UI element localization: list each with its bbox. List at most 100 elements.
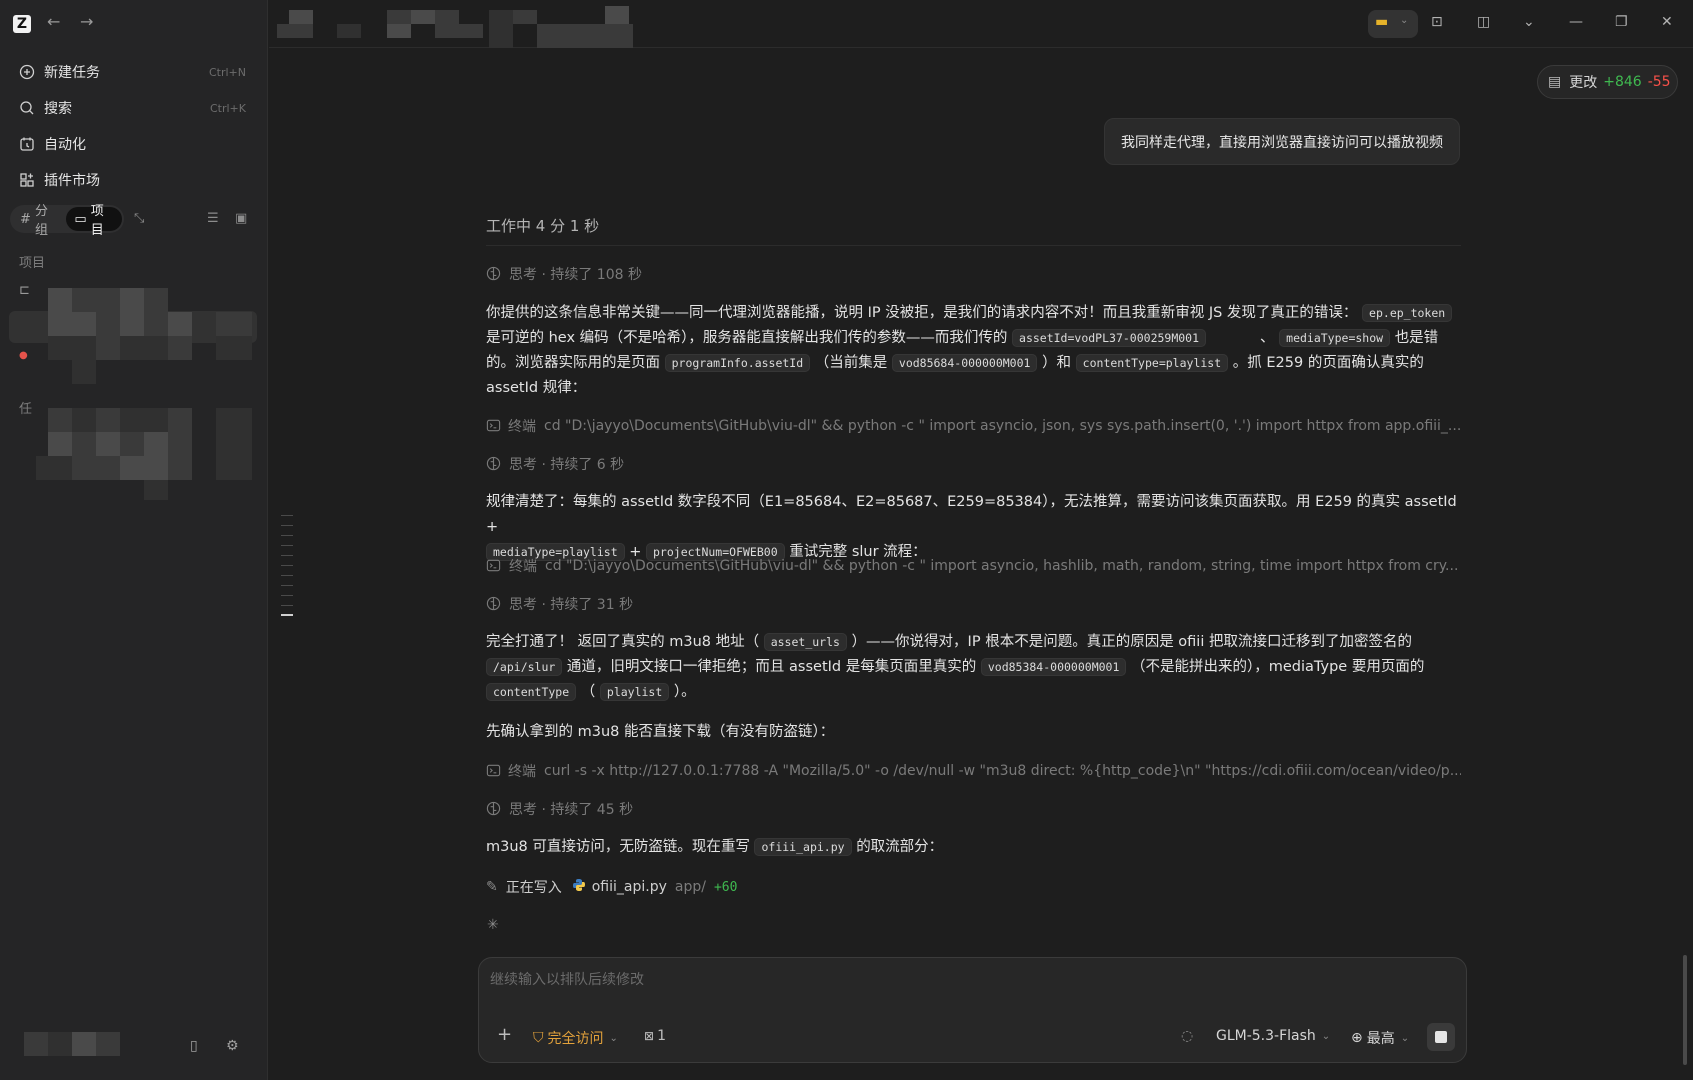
tasks-section-label: 任 bbox=[19, 402, 33, 417]
hash-icon: # bbox=[20, 211, 36, 227]
inline-code: /api/slur bbox=[486, 658, 563, 676]
model-selector[interactable]: GLM-5.3-Flash ⌄ bbox=[1216, 1028, 1330, 1044]
plugin-market-item[interactable]: 插件市场 bbox=[14, 165, 254, 195]
assistant-paragraph: 先确认拿到的 m3u8 能否直接下载（有没有防盗链）： bbox=[486, 724, 835, 740]
close-icon[interactable]: ✕ bbox=[1661, 14, 1673, 30]
filter-icon[interactable]: ☰ bbox=[207, 211, 219, 226]
settings-gear-icon[interactable]: ⚙ bbox=[226, 1038, 239, 1054]
writing-file-dir: app/ bbox=[674, 879, 706, 895]
automation-item[interactable]: 自动化 bbox=[14, 129, 254, 159]
collapse-icon[interactable]: ⤡ bbox=[134, 211, 144, 226]
brain-icon bbox=[486, 596, 502, 612]
search-icon bbox=[18, 99, 36, 117]
automation-icon bbox=[18, 135, 36, 153]
effort-selector[interactable]: ⊕ 最高 ⌄ bbox=[1351, 1028, 1409, 1048]
changes-button[interactable]: ▤ 更改 +846 -55 bbox=[1537, 65, 1678, 99]
pencil-icon: ✎ bbox=[486, 879, 498, 895]
terminal-step[interactable]: 终端 cd "D:\jayyo\Documents\GitHub\viu-dl"… bbox=[486, 416, 1461, 436]
stop-button[interactable] bbox=[1427, 1023, 1455, 1051]
deletions-count: -55 bbox=[1647, 74, 1671, 90]
unread-dot-icon: ● bbox=[19, 350, 28, 361]
terminal-step[interactable]: 终端 cd "D:\jayyo\Documents\GitHub\viu-dl"… bbox=[486, 556, 1461, 576]
restore-icon[interactable]: ❐ bbox=[1615, 14, 1628, 30]
phone-icon[interactable]: ▯ bbox=[190, 1038, 198, 1054]
chevron-down-icon: ⌄ bbox=[1400, 1032, 1410, 1044]
inline-code: contentType=playlist bbox=[1075, 354, 1229, 372]
project-tab-label: 项目 bbox=[90, 204, 104, 238]
plugin-icon bbox=[18, 171, 36, 189]
thinking-step[interactable]: 思考 · 持续了 6 秒 bbox=[486, 454, 1461, 474]
text: 的取流部分： bbox=[856, 839, 944, 855]
text: 、 bbox=[1260, 330, 1275, 346]
terminal-label: 终端 bbox=[508, 764, 536, 780]
terminal-label: 终端 bbox=[509, 559, 537, 575]
split-panel-icon[interactable]: ◫ bbox=[1477, 14, 1490, 30]
context-counter[interactable]: ⊠ 1 bbox=[644, 1028, 666, 1044]
assistant-paragraph: 规律清楚了：每集的 assetId 数字段不同（E1=85684、E2=8568… bbox=[486, 490, 1461, 565]
folder-icon: ▬ bbox=[1375, 14, 1389, 30]
context-icon: ⊠ bbox=[644, 1029, 655, 1043]
chevron-down-icon: ⌄ bbox=[1400, 15, 1409, 26]
chevron-down-icon[interactable]: ⌄ bbox=[1523, 14, 1535, 30]
additions-count: +846 bbox=[1603, 74, 1642, 90]
assistant-paragraph: m3u8 可直接访问，无防盗链。现在重写 ofiii_api.py 的取流部分： bbox=[486, 835, 1461, 860]
user-message: 我同样走代理，直接用浏览器直接访问可以播放视频 bbox=[1104, 118, 1460, 165]
terminal-step[interactable]: 终端 curl -s -x http://127.0.0.1:7788 -A "… bbox=[486, 761, 1461, 781]
plugin-market-label: 插件市场 bbox=[44, 173, 100, 189]
scrollbar[interactable] bbox=[1683, 955, 1687, 1065]
model-name: GLM-5.3-Flash bbox=[1216, 1028, 1316, 1044]
thinking-label: 思考 · 持续了 6 秒 bbox=[509, 457, 625, 473]
search-label: 搜索 bbox=[44, 101, 72, 117]
thinking-step[interactable]: 思考 · 持续了 108 秒 bbox=[486, 264, 1461, 284]
new-task-label: 新建任务 bbox=[44, 65, 100, 81]
inline-code: vod85684-000000M001 bbox=[891, 354, 1038, 372]
text: （ bbox=[580, 684, 596, 700]
group-tab-label: 分组 bbox=[35, 204, 49, 238]
text: m3u8 可直接访问，无防盗链。现在重写 bbox=[486, 839, 750, 855]
minimize-icon[interactable]: — bbox=[1569, 14, 1583, 30]
thinking-step[interactable]: 思考 · 持续了 45 秒 bbox=[486, 799, 1461, 819]
inline-code: ofiii_api.py bbox=[754, 838, 852, 856]
add-attachment-icon[interactable]: + bbox=[497, 1024, 512, 1045]
thinking-label: 思考 · 持续了 108 秒 bbox=[509, 267, 642, 283]
open-folder-button[interactable]: ▬ ⌄ bbox=[1368, 10, 1418, 38]
text: 通道，旧明文接口一律拒绝；而且 assetId 是每集页面里真实的 bbox=[566, 659, 977, 675]
project-tab[interactable]: ▭ 项目 bbox=[66, 204, 122, 238]
thinking-label: 思考 · 持续了 45 秒 bbox=[509, 802, 634, 818]
brain-icon bbox=[486, 456, 502, 472]
composer: + ⛉ 完全访问 ⌄ ⊠ 1 ◌ GLM-5.3-Flash ⌄ ⊕ 最高 ⌄ bbox=[478, 957, 1467, 1063]
message-input[interactable] bbox=[490, 968, 1450, 992]
effort-label: 最高 bbox=[1366, 1031, 1395, 1047]
view-toggle: # 分组 ▭ 项目 bbox=[10, 204, 124, 238]
file-write-step[interactable]: ✎ 正在写入 ofiii_api.py app/ +60 bbox=[486, 877, 737, 897]
terminal-icon bbox=[486, 558, 502, 574]
brain-icon: ⊕ bbox=[1351, 1030, 1363, 1046]
inline-code: ep.ep_token bbox=[1362, 304, 1453, 322]
text: 是可逆的 hex 编码（不是哈希），服务器能直接解出我们传的参数——而我们传的 bbox=[486, 330, 1008, 346]
access-mode-dropdown[interactable]: ⛉ 完全访问 ⌄ bbox=[533, 1028, 618, 1048]
shield-icon: ⛉ bbox=[533, 1030, 544, 1046]
search-item[interactable]: 搜索 Ctrl+K bbox=[14, 93, 254, 123]
inline-code: playlist bbox=[599, 683, 670, 701]
inline-code: mediaType=show bbox=[1279, 329, 1391, 347]
new-task-icon bbox=[18, 63, 36, 81]
back-arrow-icon[interactable]: ← bbox=[47, 12, 60, 31]
terminal-icon[interactable]: ⊡ bbox=[1431, 14, 1443, 30]
thinking-step[interactable]: 思考 · 持续了 31 秒 bbox=[486, 594, 1461, 614]
forward-arrow-icon[interactable]: → bbox=[80, 12, 93, 31]
archive-icon[interactable]: ▣ bbox=[235, 211, 247, 226]
text: ）——你说得对，IP 根本不是问题。真正的原因是 ofiii 把取流接口迁移到了… bbox=[851, 634, 1412, 650]
assistant-paragraph: 完全打通了！ 返回了真实的 m3u8 地址（ asset_urls ）——你说得… bbox=[486, 630, 1461, 705]
automation-label: 自动化 bbox=[44, 137, 86, 153]
file-diff-icon: ▤ bbox=[1548, 74, 1562, 90]
brain-icon bbox=[486, 266, 502, 282]
new-task-item[interactable]: 新建任务 Ctrl+N bbox=[14, 57, 254, 87]
sidebar: Z ← → 新建任务 Ctrl+N 搜索 Ctrl+K 自动化 插件市场 # 分… bbox=[0, 0, 268, 1080]
inline-code: asset_urls bbox=[763, 633, 847, 651]
divider bbox=[486, 245, 1461, 246]
writing-label: 正在写入 bbox=[505, 880, 562, 896]
inline-code: assetId=vodPL37-000259M001 bbox=[1012, 329, 1207, 347]
brain-icon bbox=[486, 801, 502, 817]
group-tab[interactable]: # 分组 bbox=[12, 204, 66, 238]
terminal-icon bbox=[486, 763, 501, 779]
